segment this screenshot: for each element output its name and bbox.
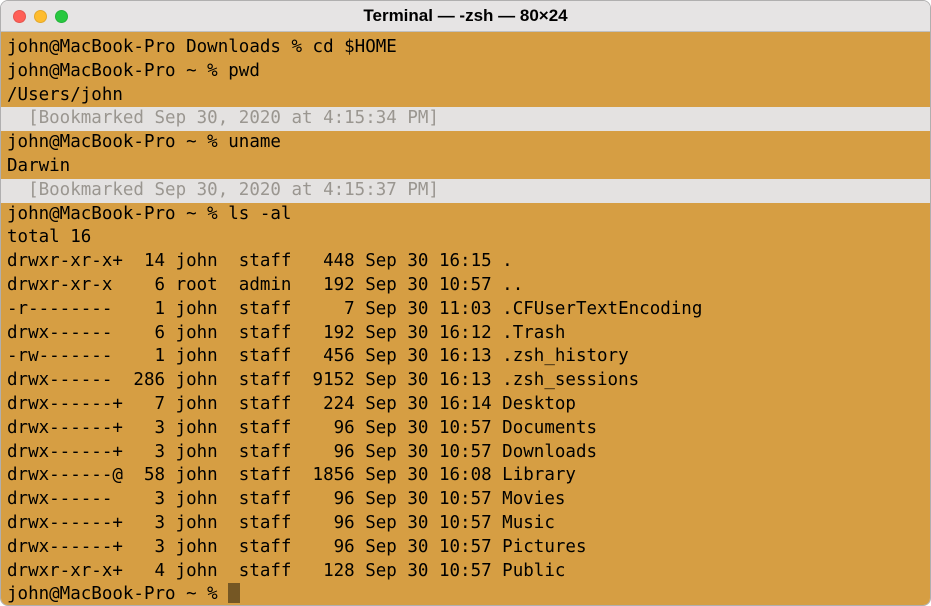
output-line: /Users/john [7,84,924,108]
traffic-lights [13,10,68,23]
cursor [228,583,240,603]
window-title: Terminal — -zsh — 80×24 [13,6,918,26]
ls-row: drwx------+ 7 john staff 224 Sep 30 16:1… [7,393,924,417]
bookmark-line: [Bookmarked Sep 30, 2020 at 4:15:34 PM] [1,107,930,131]
terminal-body[interactable]: john@MacBook-Pro Downloads % cd $HOMEjoh… [1,32,930,605]
prompt-line: john@MacBook-Pro ~ % uname [7,131,924,155]
prompt-line: john@MacBook-Pro Downloads % cd $HOME [7,36,924,60]
ls-row: drwx------ 3 john staff 96 Sep 30 10:57 … [7,488,924,512]
output-line: total 16 [7,226,924,250]
output-line: Darwin [7,155,924,179]
ls-row: drwxr-xr-x+ 4 john staff 128 Sep 30 10:5… [7,560,924,584]
ls-row: drwx------+ 3 john staff 96 Sep 30 10:57… [7,536,924,560]
prompt-line: john@MacBook-Pro ~ % [7,583,924,605]
ls-row: -r-------- 1 john staff 7 Sep 30 11:03 .… [7,298,924,322]
maximize-button[interactable] [55,10,68,23]
ls-row: drwxr-xr-x 6 root admin 192 Sep 30 10:57… [7,274,924,298]
ls-row: -rw------- 1 john staff 456 Sep 30 16:13… [7,345,924,369]
prompt-line: john@MacBook-Pro ~ % pwd [7,60,924,84]
ls-row: drwx------+ 3 john staff 96 Sep 30 10:57… [7,417,924,441]
ls-row: drwxr-xr-x+ 14 john staff 448 Sep 30 16:… [7,250,924,274]
close-button[interactable] [13,10,26,23]
prompt-text: john@MacBook-Pro ~ % [7,584,228,604]
ls-row: drwx------ 6 john staff 192 Sep 30 16:12… [7,322,924,346]
ls-row: drwx------ 286 john staff 9152 Sep 30 16… [7,369,924,393]
terminal-window: Terminal — -zsh — 80×24 john@MacBook-Pro… [0,0,931,606]
titlebar[interactable]: Terminal — -zsh — 80×24 [1,1,930,32]
prompt-line: john@MacBook-Pro ~ % ls -al [7,203,924,227]
minimize-button[interactable] [34,10,47,23]
ls-row: drwx------+ 3 john staff 96 Sep 30 10:57… [7,441,924,465]
ls-row: drwx------+ 3 john staff 96 Sep 30 10:57… [7,512,924,536]
ls-row: drwx------@ 58 john staff 1856 Sep 30 16… [7,464,924,488]
bookmark-line: [Bookmarked Sep 30, 2020 at 4:15:37 PM] [1,179,930,203]
